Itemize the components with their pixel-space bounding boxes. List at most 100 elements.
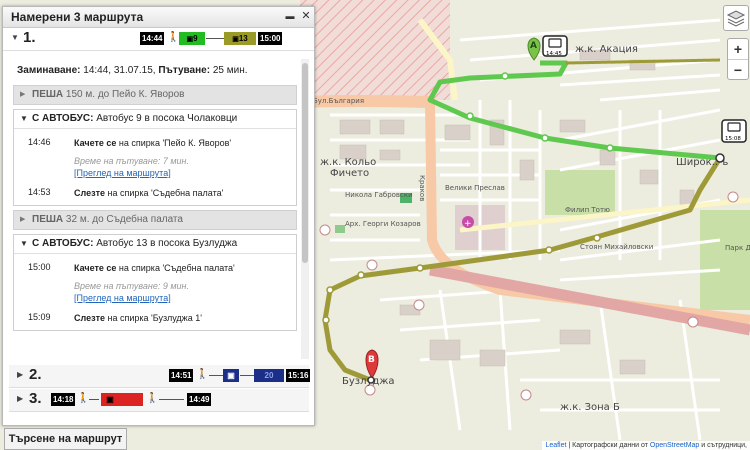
label-park: Парк Д... [725,244,750,252]
bus-13-segment: ▼ С АВТОБУС: Автобус 13 в посока Бузлудж… [13,234,297,331]
svg-text:A: A [530,41,537,51]
label-arx: Арх. Георги Козаров [345,220,421,228]
departure-label: Заминаване: [17,65,81,76]
bus-9-number: 9 [193,34,198,43]
details-scrollbar[interactable] [301,59,309,359]
alight-time: 15:09 [28,312,51,322]
hospital-cross: + [464,219,472,229]
duration-label: Пътуване: [155,65,211,76]
route-number: 1. [23,29,36,46]
connector-line [159,399,184,400]
connector-line [89,399,99,400]
label-ficheto: Фичето [330,168,369,179]
alight-text: на спирка 'Бузлуджа 1' [105,313,202,323]
board-verb: Качете се [74,138,117,148]
route-end-time: 15:16 [286,369,311,382]
restricted-area [300,0,450,100]
walk-segment-text: ПЕША 150 м. до Пейо К. Яворов [32,89,185,100]
board-text: на спирка 'Съдебна палата' [116,263,235,273]
walk-segment-text: ПЕША 32 м. до Съдебна палата [32,214,183,225]
walk-icon: 🚶 [167,32,180,43]
board-time: 15:00 [28,262,51,272]
travel-note-step: Време на пътуване: 7 мин. [Преглед на ма… [14,155,296,179]
route-end-time: 15:00 [258,32,283,45]
leaflet-link[interactable]: Leaflet [545,442,566,449]
connector-line [206,38,224,39]
label-stoyan: Стоян Михайловски [580,243,653,251]
caret-down-icon: ▼ [20,239,28,248]
board-time: 14:46 [28,137,51,147]
walk-icon: 🚶 [196,369,209,380]
caret-right-icon: ▶ [17,394,24,403]
route-view-link[interactable]: [Преглед на маршрута] [74,292,290,304]
bus-9-header[interactable]: ▼ С АВТОБУС: Автобус 9 в посока Чолаковц… [14,110,296,129]
bus-chip-red [119,393,143,406]
green-building [335,225,345,233]
caret-down-icon: ▼ [20,114,28,123]
route-search-tab[interactable]: Търсене на маршрут [4,428,127,450]
bus-icon: ▣ [232,36,239,43]
zoom-out-button[interactable]: − [728,60,748,80]
panel-title: Намерени 3 маршрута [11,10,144,24]
alight-verb: Слезте [74,188,105,198]
bus-9-chip: ▣9 [179,32,205,45]
route-3-header[interactable]: ▶ 3. 14:18 🚶 ▣ 🚶 14:49 [9,389,309,412]
route-view-link[interactable]: [Преглед на маршрута] [74,167,290,179]
bus-9-segment: ▼ С АВТОБУС: Автобус 9 в посока Чолаковц… [13,109,297,206]
walk-segment-1[interactable]: ▶ ПЕША 150 м. до Пейо К. Яворов [13,85,297,105]
bus-13-chip: ▣13 [224,32,256,45]
route-start-time: 14:44 [140,32,165,45]
caret-right-icon: ▶ [20,91,26,98]
routes-panel: Намерени 3 маршрута ▬ ✕ ▼ 1. 14:44 🚶 ▣9 … [2,6,315,426]
label-kolyo: ж.к. Кольо [320,157,376,168]
board-text: на спирка 'Пейо К. Яворов' [116,138,232,148]
walk-icon: 🚶 [77,393,90,404]
svg-text:15:08: 15:08 [725,136,741,142]
label-filip: Филип Тотю [565,206,610,214]
board-step: 15:00 Качете се на спирка 'Съдебна палат… [14,262,296,274]
park-area-east [700,210,750,310]
route-number: 3. [29,390,42,407]
bus-icon: ▣ [101,393,119,406]
route-number: 2. [29,366,42,383]
alight-step: 15:09 Слезте на спирка 'Бузлуджа 1' [14,312,296,324]
close-button[interactable]: ✕ [299,9,313,23]
travel-note: Време на пътуване: 7 мин. [74,156,189,166]
label-krakow: Краков [418,175,426,201]
bus-stop-icon-transfer[interactable]: 15:08 [721,119,747,143]
bus-9-title: С АВТОБУС: Автобус 9 в посока Чолаковци [32,113,238,124]
route-2-header[interactable]: ▶ 2. 14:51 🚶 ▣ 20 15:16 [9,365,311,388]
alight-text: на спирка 'Съдебна палата' [105,188,224,198]
travel-note: Време на пътуване: 9 мин. [74,281,189,291]
bus-13-header[interactable]: ▼ С АВТОБУС: Автобус 13 в посока Бузлудж… [14,235,296,254]
caret-right-icon: ▶ [20,216,26,223]
svg-text:B: B [368,355,375,365]
bus-icon: ▣ [223,369,239,382]
attribution-suffix: и сътрудници, [699,442,747,449]
label-bulgaria: Бул.България [313,97,364,105]
walk-segment-2[interactable]: ▶ ПЕША 32 м. до Съдебна палата [13,210,297,230]
board-step: 14:46 Качете се на спирка 'Пейо К. Яворо… [14,137,296,149]
osm-link[interactable]: OpenStreetMap [650,442,699,449]
scroll-thumb[interactable] [302,63,308,263]
bus-stop-icon-start[interactable]: 14:45 [542,35,568,57]
bus-20-chip: 20 [254,369,284,382]
route-1-details: Заминаване: 14:44, 31.07.15, Пътуване: 2… [9,56,301,358]
zoom-control: + − [727,38,749,80]
route-start-time: 14:51 [169,369,194,382]
transfer-point [715,153,725,163]
duration-value: 25 мин. [210,65,248,76]
route-1-header[interactable]: ▼ 1. 14:44 🚶 ▣9 ▣13 15:00 [3,28,314,51]
attribution: Leaflet | Картографски данни от OpenStre… [542,441,750,450]
label-nikola: Никола Габровски [345,191,413,199]
zoom-in-button[interactable]: + [728,39,748,60]
route-start-time: 14:18 [51,393,76,406]
marker-b[interactable]: B [365,349,379,379]
destination-point [367,376,375,384]
layers-button[interactable] [723,5,749,31]
minimize-button[interactable]: ▬ [283,9,297,23]
board-verb: Качете се [74,263,117,273]
alight-verb: Слезте [74,313,105,323]
svg-text:14:45: 14:45 [546,51,562,57]
layers-icon [726,10,746,27]
